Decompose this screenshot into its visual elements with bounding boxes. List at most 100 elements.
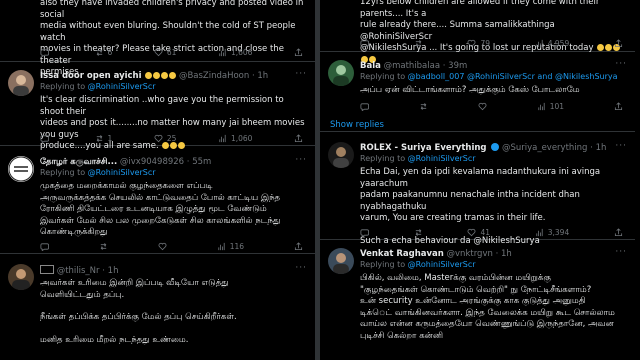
- tweet-reply[interactable]: Bala @mathibalaa · 39m ··· Replying to @…: [320, 52, 635, 132]
- repost-action[interactable]: [414, 38, 423, 48]
- tweet-text-line: முகத்தை மறைக்காமல் குழந்தைகளை எப்படி: [40, 181, 213, 191]
- name-emoji-icon: [144, 71, 176, 81]
- more-options-icon[interactable]: ···: [295, 69, 307, 79]
- author-handle[interactable]: @ivx90498926: [120, 157, 184, 167]
- more-options-icon[interactable]: ···: [615, 141, 627, 151]
- tweet-reply[interactable]: Venkat Raghavan @vnktrgvn · 1h ··· Reply…: [320, 240, 635, 360]
- replying-to: Replying to @RohiniSilverScr: [40, 82, 156, 92]
- views-action[interactable]: 116: [217, 241, 244, 251]
- like-count: 79: [480, 38, 491, 48]
- tweet-reply[interactable]: தோழர் கருவாச்சி... @ivx90498926 · 55m ··…: [0, 146, 315, 254]
- more-options-icon[interactable]: ···: [615, 59, 627, 69]
- tweet-actions: 1 25 1,060: [40, 133, 303, 143]
- show-replies-link[interactable]: Show replies: [330, 120, 384, 130]
- avatar[interactable]: [328, 60, 354, 86]
- avatar[interactable]: [8, 70, 34, 96]
- repost-action[interactable]: 6: [95, 47, 113, 57]
- reply-action[interactable]: [40, 133, 53, 143]
- repost-count: 1: [107, 133, 113, 143]
- tweet-top-left[interactable]: also they have invaded children's privac…: [0, 0, 315, 77]
- like-action[interactable]: [478, 101, 487, 111]
- heart-icon: [468, 228, 476, 236]
- reply-action[interactable]: [360, 227, 369, 237]
- avatar[interactable]: [8, 264, 34, 290]
- avatar[interactable]: [328, 142, 354, 168]
- avatar[interactable]: [8, 156, 34, 182]
- like-action[interactable]: 61: [154, 47, 176, 57]
- views-action[interactable]: 101: [537, 101, 564, 111]
- share-action[interactable]: [294, 133, 303, 143]
- reply-action[interactable]: [40, 241, 49, 251]
- tweet-reply[interactable]: Issa door open ayichi @BasZindaHoon · 1h…: [0, 62, 315, 151]
- tweet-time[interactable]: 1h: [501, 249, 512, 259]
- tweet-text-line: கொண்டிருக்கிறது: [40, 227, 108, 237]
- like-action[interactable]: 41: [467, 227, 490, 237]
- author-handle[interactable]: @Suriya_everything: [502, 143, 588, 153]
- more-options-icon[interactable]: ···: [295, 263, 307, 273]
- tweet-top-right[interactable]: 12yrs below children are allowed if they…: [320, 0, 635, 63]
- share-action[interactable]: [614, 38, 623, 48]
- mention-link[interactable]: @RohiniSilverScr: [408, 260, 476, 269]
- reply-action[interactable]: [360, 38, 369, 48]
- tweet-time[interactable]: 1h: [108, 266, 119, 276]
- like-action[interactable]: [158, 241, 167, 251]
- like-action[interactable]: 25: [154, 133, 176, 143]
- tweet-reply[interactable]: ROLEX - Suriya Everything @Suriya_everyt…: [320, 132, 635, 246]
- more-options-icon[interactable]: ···: [615, 247, 627, 257]
- tweet-text-line: மனித உரிமை மீறல் நடந்தது உண்மை.: [40, 334, 189, 345]
- mention-link[interactable]: @RohiniSilverScr: [88, 82, 156, 91]
- tweet-header: Bala @mathibalaa · 39m: [360, 61, 468, 71]
- author-handle[interactable]: @BasZindaHoon: [179, 71, 249, 81]
- reply-action[interactable]: [40, 47, 53, 57]
- share-icon: [614, 227, 623, 236]
- views-icon: [538, 102, 545, 110]
- share-action[interactable]: [614, 101, 623, 111]
- author-name[interactable]: ROLEX - Suriya Everything: [360, 143, 487, 153]
- mention-link[interactable]: @RohiniSilverScr: [408, 154, 476, 163]
- author-name[interactable]: Bala: [360, 61, 381, 71]
- views-count: 116: [229, 241, 245, 251]
- more-options-icon[interactable]: ···: [295, 155, 307, 165]
- mention-link[interactable]: @badboll_007 @RohiniSilverScr and @Nikil…: [408, 72, 618, 81]
- tweet-actions: 6 61 1,606: [40, 47, 303, 57]
- share-action[interactable]: [294, 47, 303, 57]
- tweet-text-line: வாய்ல என்ன கருமத்தையோ வெண்ணுங்ப்டு இருந்…: [360, 319, 614, 329]
- share-action[interactable]: [294, 241, 303, 251]
- repost-action[interactable]: [419, 101, 428, 111]
- tweet-time[interactable]: 39m: [448, 61, 467, 71]
- avatar[interactable]: [328, 248, 354, 274]
- views-action[interactable]: 4,959: [535, 38, 569, 48]
- author-handle[interactable]: @thilis_Nr: [57, 266, 100, 276]
- repost-action[interactable]: 1: [95, 133, 113, 143]
- repost-count: 6: [107, 47, 113, 57]
- views-action[interactable]: 1,060: [218, 133, 252, 143]
- tweet-reply[interactable]: @thilis_Nr · 1h ··· அவர்கள் உரிமை இன்றி …: [0, 254, 315, 360]
- tweet-text-line: "குழந்தைங்கள் கொண்டாடும் வெற்றி" நு நோட்…: [360, 284, 592, 295]
- repost-action[interactable]: [99, 241, 108, 251]
- world-logo-icon: [8, 156, 34, 182]
- mention-link[interactable]: @RohiniSilverScr: [88, 168, 156, 177]
- tweet-time[interactable]: 55m: [192, 157, 211, 167]
- tweet-text-line: நீங்கள் தப்பிக்க தப்பிர்க்கு மேல் தப்பு …: [40, 312, 237, 322]
- views-icon: [218, 242, 225, 250]
- tweet-header: Venkat Raghavan @vnktrgvn · 1h: [360, 249, 512, 259]
- author-handle[interactable]: @vnktrgvn: [447, 249, 493, 259]
- author-handle[interactable]: @mathibalaa: [384, 61, 440, 71]
- share-action[interactable]: [614, 227, 623, 237]
- replying-label: Replying to: [360, 260, 406, 269]
- tweet-actions: 79 4,959: [360, 38, 623, 48]
- tweet-header: தோழர் கருவாச்சி... @ivx90498926 · 55m: [40, 157, 212, 167]
- author-name[interactable]: Venkat Raghavan: [360, 249, 444, 259]
- author-name[interactable]: தோழர் கருவாச்சி...: [40, 157, 117, 167]
- reply-icon: [360, 102, 369, 111]
- reply-action[interactable]: [360, 101, 369, 111]
- author-name[interactable]: Issa door open ayichi: [40, 71, 142, 81]
- views-action[interactable]: 3,394: [535, 227, 569, 237]
- replying-to: Replying to @RohiniSilverScr: [360, 154, 476, 164]
- tweet-time[interactable]: 1h: [257, 71, 268, 81]
- like-action[interactable]: 79: [467, 38, 490, 48]
- views-action[interactable]: 1,606: [218, 47, 252, 57]
- repost-action[interactable]: [414, 227, 423, 237]
- tweet-time[interactable]: 1h: [596, 143, 607, 153]
- views-icon: [219, 134, 226, 142]
